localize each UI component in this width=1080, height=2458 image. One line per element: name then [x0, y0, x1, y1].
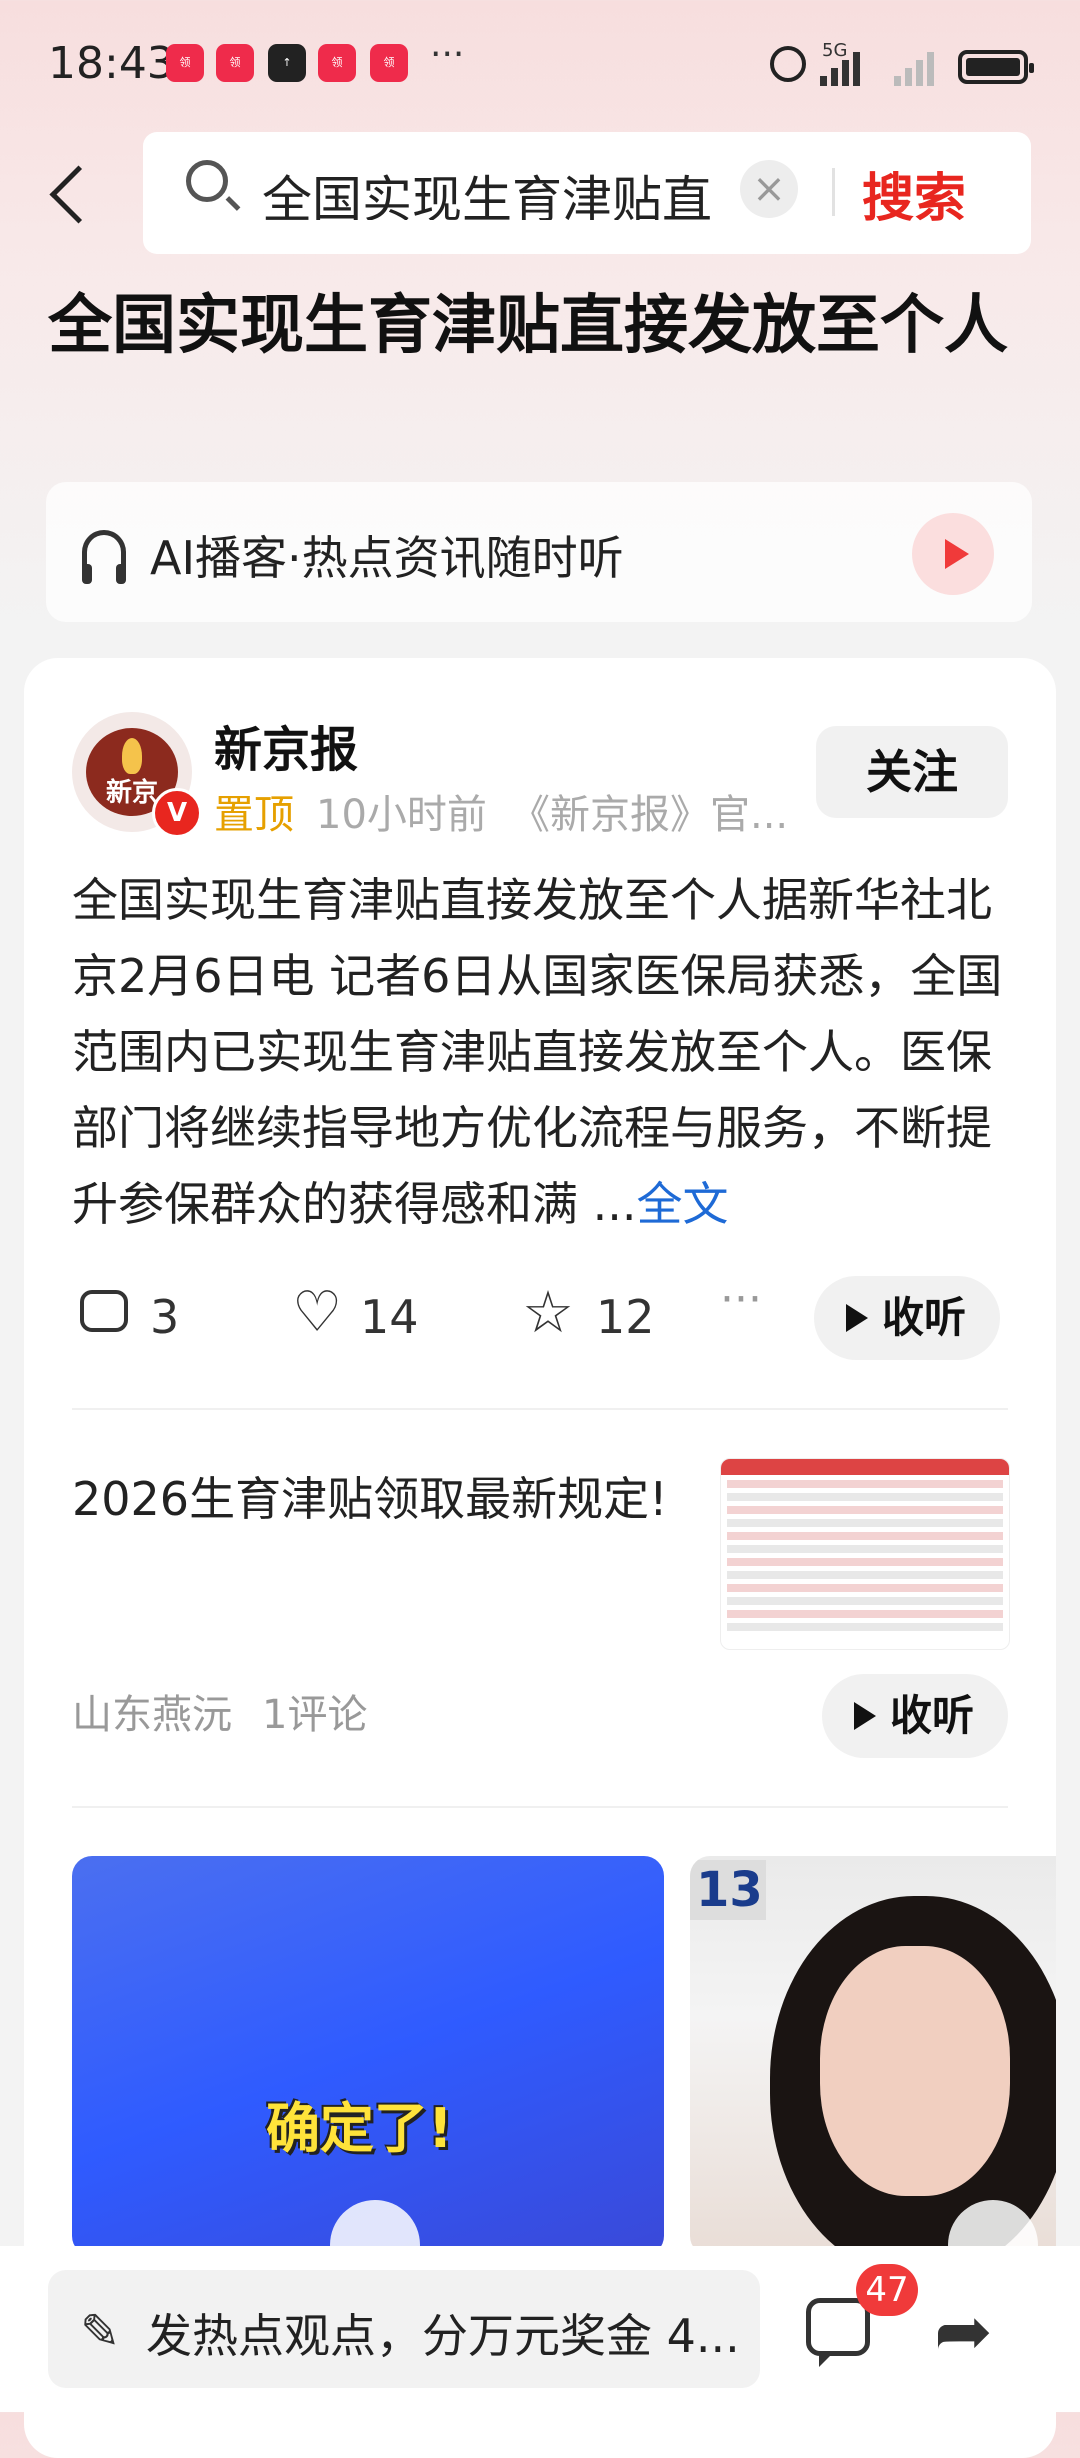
related-article-thumbnail[interactable] [720, 1458, 1010, 1650]
like-count: 14 [360, 1290, 419, 1344]
alarm-icon [770, 46, 806, 82]
divider [72, 1408, 1008, 1410]
search-icon [186, 160, 228, 202]
related-article-title[interactable]: 2026生育津贴领取最新规定! [72, 1460, 672, 1538]
search-button[interactable]: 搜索 [862, 156, 966, 231]
video-person-face [820, 1946, 1010, 2196]
post-body: 全国实现生育津贴直接发放至个人据新华社北京2月6日电 记者6日从国家医保局获悉，… [72, 873, 1003, 1231]
headphone-icon [82, 530, 126, 584]
related-article-author: 山东燕沅 [72, 1692, 232, 1738]
clear-search-button[interactable]: × [740, 160, 798, 218]
app-notification-icon: 领 [318, 44, 356, 82]
search-input[interactable]: 全国实现生育津贴直 [262, 160, 722, 220]
post-text[interactable]: 全国实现生育津贴直接发放至个人据新华社北京2月6日电 记者6日从国家医保局获悉，… [72, 862, 1012, 1242]
status-overflow-icon: ··· [430, 34, 465, 75]
favorite-icon[interactable]: ☆ [522, 1278, 574, 1346]
ai-podcast-play-button[interactable] [912, 513, 994, 595]
status-time: 18:43 [48, 38, 175, 89]
verified-badge: V [152, 788, 202, 838]
comment-icon[interactable] [80, 1290, 128, 1332]
like-icon[interactable]: ♡ [292, 1280, 342, 1345]
post-time: 10小时前 [316, 792, 487, 838]
app-notification-icon: 领 [166, 44, 204, 82]
network-type-label: 5G [822, 40, 848, 61]
listen-button[interactable]: 收听 [814, 1276, 1000, 1360]
channel-badge: 13 [690, 1860, 766, 1920]
related-listen-button[interactable]: 收听 [822, 1674, 1008, 1758]
app-notification-icon: 领 [370, 44, 408, 82]
more-options-icon[interactable]: ··· [720, 1274, 762, 1325]
comments-icon[interactable] [806, 2298, 870, 2367]
ai-podcast-label: AI播客·热点资讯随时听 [150, 531, 624, 585]
video-thumbnail[interactable]: 13 [690, 1856, 1056, 2256]
upload-icon: ↑ [268, 44, 306, 82]
page-title: 全国实现生育津贴直接发放至个人 [48, 289, 1008, 363]
post-source: 《新京报》官... [510, 792, 789, 838]
comment-placeholder: 发热点观点，分万元奖金 4... [146, 2309, 736, 2363]
back-icon[interactable] [44, 160, 104, 230]
comment-count-badge: 47 [856, 2264, 918, 2316]
read-more-link[interactable]: 全文 [637, 1177, 729, 1231]
signal-sim2-icon [894, 46, 948, 86]
video-thumbnail[interactable] [72, 1856, 664, 2256]
video-caption: 确定了! [266, 2097, 453, 2160]
follow-button[interactable]: 关注 [816, 726, 1008, 818]
pen-icon: ✎ [80, 2304, 121, 2360]
status-bar: 18:43 领 领 ↑ 领 领 ··· 5G [0, 0, 1080, 130]
author-name[interactable]: 新京报 [214, 710, 358, 780]
search-divider [832, 168, 835, 216]
comment-count: 3 [150, 1290, 180, 1344]
battery-icon [958, 50, 1034, 84]
pinned-label: 置顶 [214, 792, 294, 838]
divider [72, 1806, 1008, 1808]
app-notification-icon: 领 [216, 44, 254, 82]
share-icon[interactable]: ➦ [934, 2290, 993, 2372]
favorite-count: 12 [596, 1290, 655, 1344]
related-article-comments: 1评论 [262, 1692, 368, 1738]
